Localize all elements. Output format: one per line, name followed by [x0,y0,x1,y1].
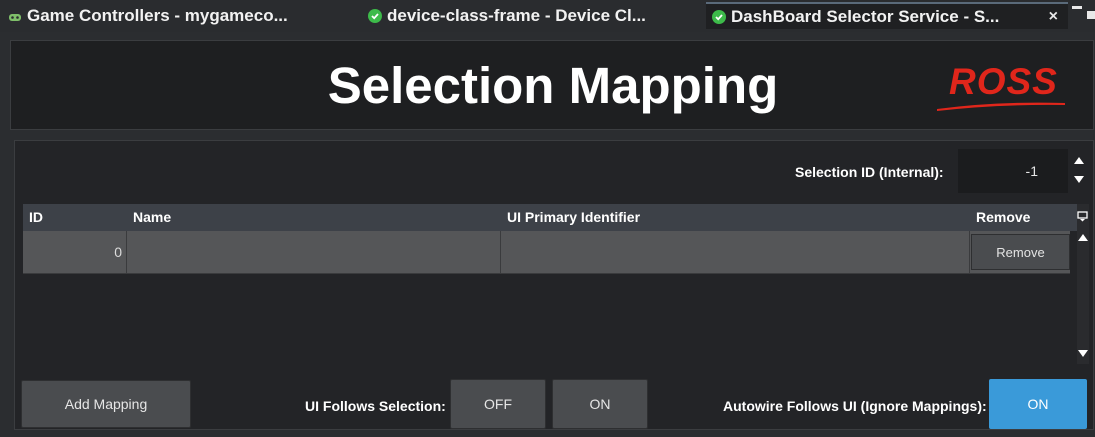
tab-device-class-frame[interactable]: device-class-frame - Device Cl... [368,3,698,29]
ui-follows-off-button[interactable]: OFF [450,379,546,429]
close-icon[interactable]: × [1049,8,1058,26]
logo-text: ROSS [949,61,1058,102]
column-header-ui-primary-identifier[interactable]: UI Primary Identifier [501,204,970,231]
selection-id-label: Selection ID (Internal): [795,164,944,180]
check-icon [368,9,382,23]
logo-swoosh [937,102,1065,111]
spinner-down-icon[interactable] [1074,176,1084,183]
table-row[interactable]: 0 Remove [23,231,1070,274]
add-mapping-button[interactable]: Add Mapping [21,380,191,428]
table-header: ID Name UI Primary Identifier Remove [23,204,1077,231]
remove-button[interactable]: Remove [971,234,1070,270]
tab-label: device-class-frame - Device Cl... [387,6,646,25]
mapping-table: ID Name UI Primary Identifier Remove 0 R… [23,204,1089,364]
ui-follows-selection-label: UI Follows Selection: [305,398,446,414]
mapping-panel: Selection ID (Internal): -1 ID Name UI P… [14,140,1094,430]
ross-logo: ROSS [937,61,1077,117]
header-panel: Selection Mapping ROSS [10,40,1094,130]
cell-ui-primary-identifier[interactable] [501,231,970,273]
maximize-icon[interactable] [1087,11,1095,19]
column-header-id[interactable]: ID [23,204,127,231]
selection-id-input[interactable]: -1 [958,149,1068,193]
tab-dashboard-selector-service[interactable]: DashBoard Selector Service - S... × [706,2,1068,29]
spinner-up-icon[interactable] [1074,157,1084,164]
scroll-down-icon[interactable] [1078,350,1088,357]
autowire-on-button[interactable]: ON [989,379,1087,429]
scroll-up-icon[interactable] [1078,234,1088,241]
column-header-remove[interactable]: Remove [970,204,1070,231]
check-icon [712,9,726,24]
minimize-icon[interactable] [1072,6,1082,9]
autowire-follows-ui-label: Autowire Follows UI (Ignore Mappings): [723,398,987,414]
ui-follows-on-button[interactable]: ON [552,379,648,429]
column-menu-icon[interactable] [1077,211,1088,222]
gamepad-icon [8,9,22,23]
page-title: Selection Mapping [327,57,779,114]
tab-game-controllers[interactable]: Game Controllers - mygameco... [8,3,338,29]
tab-label: DashBoard Selector Service - S... [731,6,1000,26]
column-header-name[interactable]: Name [127,204,501,231]
scrollbar[interactable] [1077,204,1089,364]
tab-label: Game Controllers - mygameco... [27,6,288,25]
tab-bar: Game Controllers - mygameco... device-cl… [0,0,1095,32]
cell-name[interactable] [127,231,501,273]
cell-id[interactable]: 0 [23,231,127,273]
